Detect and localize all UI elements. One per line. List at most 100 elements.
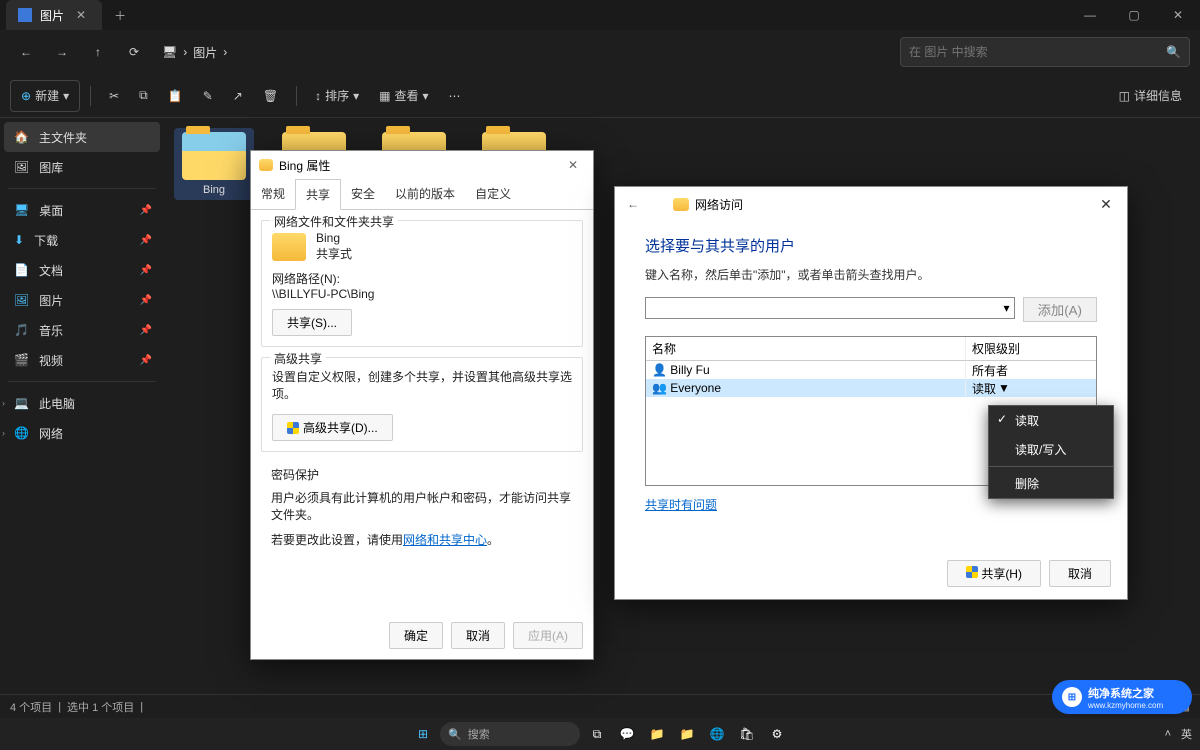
sidebar-item-downloads[interactable]: ⬇下载📌	[4, 225, 160, 255]
apply-button[interactable]: 应用(A)	[513, 622, 583, 649]
delete-button[interactable]: 🗑	[255, 80, 286, 112]
dialog-title: 网络访问	[695, 196, 743, 213]
ok-button[interactable]: 确定	[389, 622, 443, 649]
sort-button[interactable]: ↕ 排序 ▾	[307, 80, 367, 112]
breadcrumb-item[interactable]: 图片	[193, 44, 217, 61]
add-button[interactable]: 添加(A)	[1023, 297, 1097, 322]
network-center-link[interactable]: 网络和共享中心	[403, 533, 487, 547]
folder-icon	[272, 233, 306, 261]
tab-general[interactable]: 常规	[251, 179, 295, 209]
gallery-icon: 🖼	[14, 160, 29, 174]
refresh-button[interactable]: ⟳	[118, 36, 150, 68]
col-perm[interactable]: 权限级别	[966, 337, 1096, 360]
system-tray[interactable]: ˄ 英	[1165, 726, 1192, 742]
taskbar-app[interactable]: 🌐	[704, 721, 730, 747]
tab-sharing[interactable]: 共享	[295, 179, 341, 210]
path-label: 网络路径(N):	[272, 270, 572, 287]
back-button[interactable]: ←	[623, 193, 643, 215]
minimize-button[interactable]: —	[1068, 0, 1112, 30]
close-button[interactable]: ✕	[1093, 196, 1119, 213]
tab-previous[interactable]: 以前的版本	[385, 179, 465, 209]
chevron-right-icon: ›	[183, 45, 187, 59]
search-input[interactable]	[909, 45, 1166, 59]
doc-icon: 📄	[14, 263, 29, 277]
col-name[interactable]: 名称	[646, 337, 966, 360]
view-icon: ▦	[379, 89, 390, 103]
password-group: 密码保护 用户必须具有此计算机的用户帐户和密码，才能访问共享文件夹。 若要更改此…	[261, 462, 583, 552]
sidebar-item-network[interactable]: ›🌐网络	[4, 418, 160, 448]
breadcrumb[interactable]: 🖥 › 图片 ›	[154, 44, 235, 61]
share-label: 共享(H)	[981, 567, 1022, 581]
cancel-button[interactable]: 取消	[1049, 560, 1111, 587]
up-button[interactable]: ↑	[82, 36, 114, 68]
cut-button[interactable]: ✂	[101, 80, 127, 112]
sidebar-item-gallery[interactable]: 🖼 图库	[4, 152, 160, 182]
pc-icon: 💻	[14, 396, 29, 410]
close-window-button[interactable]: ✕	[1156, 0, 1200, 30]
folder-item[interactable]: Bing	[174, 128, 254, 200]
taskbar-app[interactable]: 💬	[614, 721, 640, 747]
view-button[interactable]: ▦ 查看 ▾	[371, 80, 436, 112]
menu-read[interactable]: ✓读取	[989, 406, 1113, 435]
sidebar-item-pictures[interactable]: 🖼图片📌	[4, 285, 160, 315]
pwd-change-text: 若要更改此设置，请使用	[271, 533, 403, 547]
trouble-link[interactable]: 共享时有问题	[645, 498, 717, 512]
download-icon: ⬇	[14, 233, 24, 247]
search-box[interactable]: 🔍	[900, 37, 1190, 67]
logo-icon: ⊞	[1062, 687, 1082, 707]
taskbar-app[interactable]: 📁	[644, 721, 670, 747]
rename-button[interactable]: ✎	[195, 80, 221, 112]
explorer-tab[interactable]: 图片 ✕	[6, 0, 102, 30]
taskbar-app[interactable]: ⚙	[764, 721, 790, 747]
sidebar-label: 此电脑	[39, 395, 75, 412]
group-icon: 👥	[652, 381, 667, 395]
share-icon: ↗	[233, 89, 243, 103]
sidebar-item-desktop[interactable]: 🖥桌面📌	[4, 195, 160, 225]
more-button[interactable]: ⋯	[441, 80, 469, 112]
taskbar-app[interactable]: 🛍	[734, 721, 760, 747]
forward-button[interactable]: →	[46, 36, 78, 68]
perm-dropdown[interactable]: 读取 ▼	[966, 379, 1096, 398]
menu-delete[interactable]: 删除	[989, 469, 1113, 498]
sidebar-label: 图片	[39, 292, 63, 309]
taskbar-search[interactable]: 🔍搜索	[440, 722, 580, 746]
copy-button[interactable]: ⧉	[131, 80, 156, 112]
close-tab-button[interactable]: ✕	[72, 8, 90, 22]
chevron-down-icon: ▾	[1004, 301, 1010, 315]
taskbar-app[interactable]: 📁	[674, 721, 700, 747]
window-controls: — ▢ ✕	[1068, 0, 1200, 30]
home-icon: 🏠	[14, 130, 29, 144]
details-pane-button[interactable]: ◫ 详细信息	[1111, 80, 1190, 112]
tab-customize[interactable]: 自定义	[465, 179, 521, 209]
sidebar-item-music[interactable]: 🎵音乐📌	[4, 315, 160, 345]
cancel-button[interactable]: 取消	[451, 622, 505, 649]
share-button[interactable]: ↗	[225, 80, 251, 112]
menu-readwrite[interactable]: 读取/写入	[989, 435, 1113, 464]
back-button[interactable]: ←	[10, 36, 42, 68]
list-item[interactable]: 👤 Billy Fu 所有者	[646, 361, 1096, 379]
dialog-titlebar[interactable]: Bing 属性 ✕	[251, 151, 593, 179]
shield-icon	[966, 566, 978, 578]
sidebar-item-documents[interactable]: 📄文档📌	[4, 255, 160, 285]
new-tab-button[interactable]: ＋	[102, 7, 138, 24]
separator	[989, 466, 1113, 467]
lang-indicator[interactable]: 英	[1181, 726, 1192, 742]
tab-security[interactable]: 安全	[341, 179, 385, 209]
share-button[interactable]: 共享(H)	[947, 560, 1041, 587]
chevron-up-icon[interactable]: ˄	[1165, 728, 1171, 740]
share-button[interactable]: 共享(S)...	[272, 309, 352, 336]
task-view-button[interactable]: ⧉	[584, 721, 610, 747]
new-button[interactable]: ⊕ 新建 ▾	[10, 80, 80, 112]
user-combobox[interactable]: ▾	[645, 297, 1015, 319]
maximize-button[interactable]: ▢	[1112, 0, 1156, 30]
paste-button[interactable]: 📋	[160, 80, 191, 112]
details-icon: ◫	[1119, 89, 1130, 103]
chevron-down-icon: ▾	[422, 89, 428, 103]
close-button[interactable]: ✕	[561, 158, 585, 172]
start-button[interactable]: ⊞	[410, 721, 436, 747]
advanced-share-button[interactable]: 高级共享(D)...	[272, 414, 393, 441]
list-item[interactable]: 👥 Everyone 读取 ▼	[646, 379, 1096, 397]
sidebar-item-videos[interactable]: 🎬视频📌	[4, 345, 160, 375]
sidebar-item-home[interactable]: 🏠 主文件夹	[4, 122, 160, 152]
sidebar-item-thispc[interactable]: ›💻此电脑	[4, 388, 160, 418]
